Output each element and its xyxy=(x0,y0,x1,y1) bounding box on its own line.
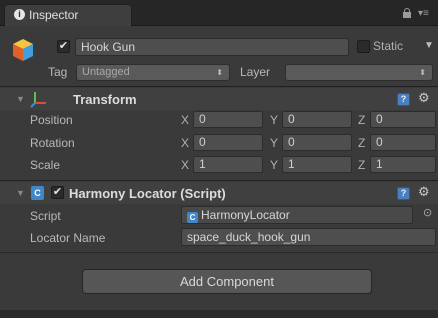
y-axis-label: Y xyxy=(270,158,279,172)
tab-bar: i Inspector ▾≡ xyxy=(0,0,438,26)
row-label: Rotation xyxy=(30,136,75,150)
component-title: Harmony Locator (Script) xyxy=(69,186,226,201)
position-x-field[interactable]: 0 xyxy=(193,111,263,128)
rotation-x-field[interactable]: 0 xyxy=(193,134,263,151)
active-checkbox[interactable]: ✔ xyxy=(57,40,70,53)
z-axis-label: Z xyxy=(358,158,366,172)
layer-dropdown[interactable]: ⬍ xyxy=(285,64,433,81)
gear-icon[interactable]: ⚙ xyxy=(418,184,430,200)
y-axis-label: Y xyxy=(270,136,279,150)
lock-icon[interactable] xyxy=(403,8,411,18)
help-book-icon[interactable]: ? xyxy=(397,93,410,106)
help-book-icon[interactable]: ? xyxy=(397,187,410,200)
script-object-field[interactable]: C HarmonyLocator xyxy=(181,206,413,224)
position-z-field[interactable]: 0 xyxy=(370,111,436,128)
static-checkbox[interactable] xyxy=(357,40,370,53)
z-axis-label: Z xyxy=(358,136,366,150)
chevron-updown-icon: ⬍ xyxy=(419,68,426,77)
transform-header[interactable]: ▼ Transform ? ⚙ xyxy=(0,88,438,110)
tab-label: Inspector xyxy=(29,8,79,22)
bottom-bar xyxy=(0,310,438,318)
separator xyxy=(0,180,438,181)
csharp-script-icon: C xyxy=(31,186,44,200)
separator xyxy=(0,252,438,253)
scale-y-field[interactable]: 1 xyxy=(282,156,352,173)
transform-axes-icon xyxy=(30,92,46,108)
x-axis-label: X xyxy=(181,113,190,127)
tag-label: Tag xyxy=(48,65,68,79)
tab-inspector[interactable]: i Inspector xyxy=(4,4,132,26)
scale-z-field[interactable]: 1 xyxy=(370,156,436,173)
component-enabled-checkbox[interactable]: ✔ xyxy=(51,186,64,199)
separator xyxy=(0,86,438,87)
object-picker-icon[interactable]: ⊙ xyxy=(423,206,432,219)
chevron-updown-icon: ⬍ xyxy=(216,68,223,77)
rotation-z-field[interactable]: 0 xyxy=(370,134,436,151)
foldout-arrow-icon[interactable]: ▼ xyxy=(16,188,25,198)
transform-title: Transform xyxy=(73,92,137,107)
x-axis-label: X xyxy=(181,158,190,172)
gameobject-cube-icon xyxy=(13,39,33,61)
gear-icon[interactable]: ⚙ xyxy=(418,90,430,106)
position-y-field[interactable]: 0 xyxy=(282,111,352,128)
locator-name-label: Locator Name xyxy=(30,231,106,245)
static-dropdown-icon[interactable]: ▼ xyxy=(424,40,434,51)
tag-dropdown[interactable]: Untagged ⬍ xyxy=(76,64,230,81)
csharp-script-icon: C xyxy=(187,212,198,223)
tab-menu-icon[interactable]: ▾≡ xyxy=(418,8,429,19)
object-name-field[interactable]: Hook Gun xyxy=(75,38,349,56)
harmony-locator-header[interactable]: ▼ C ✔ Harmony Locator (Script) ? ⚙ xyxy=(0,182,438,204)
add-component-button[interactable]: Add Component xyxy=(82,269,372,294)
locator-name-field[interactable]: space_duck_hook_gun xyxy=(181,228,436,246)
foldout-arrow-icon[interactable]: ▼ xyxy=(16,94,25,104)
z-axis-label: Z xyxy=(358,113,366,127)
script-value: HarmonyLocator xyxy=(201,208,290,222)
tag-value: Untagged xyxy=(82,66,130,78)
script-label: Script xyxy=(30,209,61,223)
scale-x-field[interactable]: 1 xyxy=(193,156,263,173)
row-label: Position xyxy=(30,113,73,127)
x-axis-label: X xyxy=(181,136,190,150)
info-icon: i xyxy=(14,9,25,20)
row-label: Scale xyxy=(30,158,61,172)
y-axis-label: Y xyxy=(270,113,279,127)
static-label: Static xyxy=(373,39,404,53)
layer-label: Layer xyxy=(240,65,271,79)
rotation-y-field[interactable]: 0 xyxy=(282,134,352,151)
